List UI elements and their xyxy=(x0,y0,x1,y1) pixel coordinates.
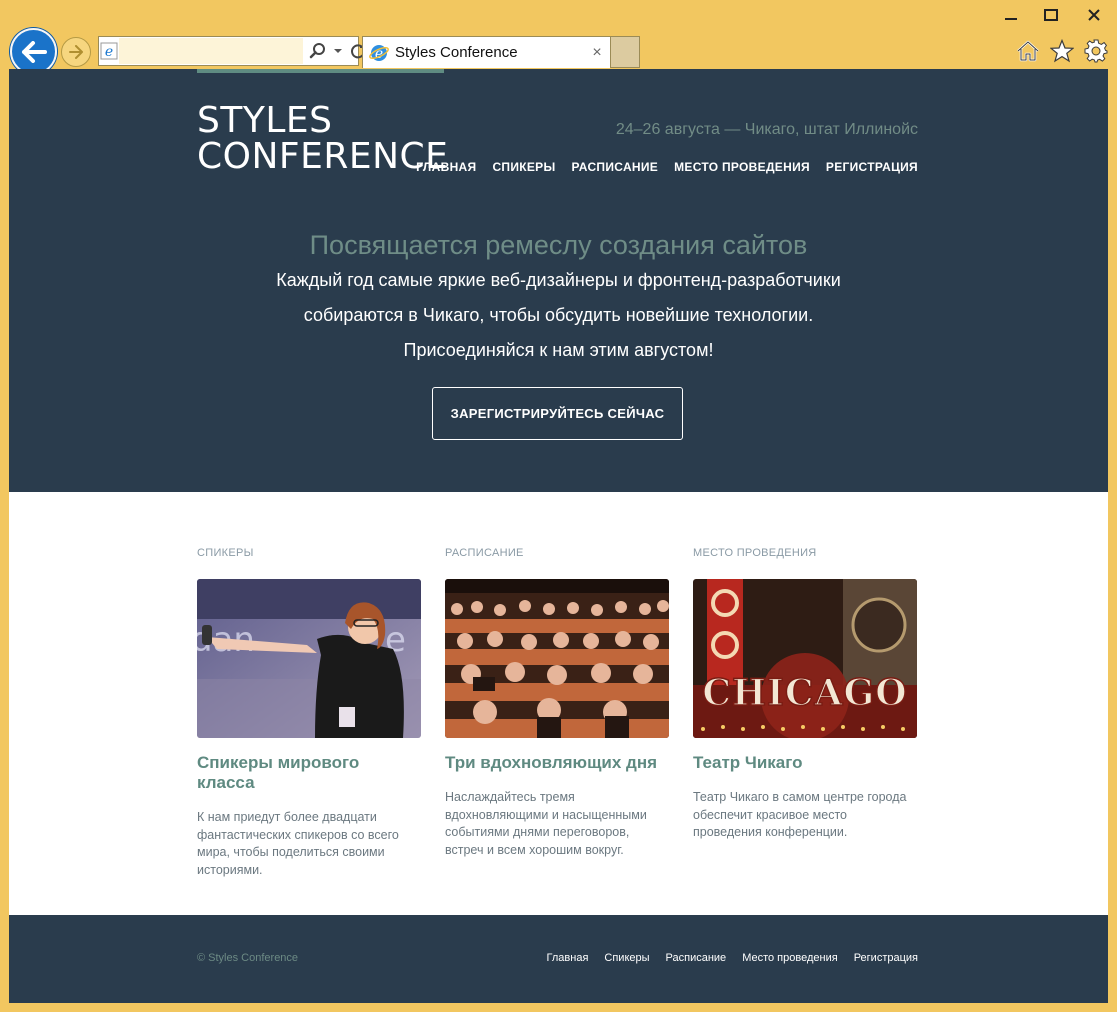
back-arrow-icon xyxy=(21,40,47,63)
teaser-kicker: СПИКЕРЫ xyxy=(197,547,254,559)
tab-close-button[interactable]: × xyxy=(584,44,610,62)
ie-logo-icon: e xyxy=(99,37,119,65)
maximize-button[interactable] xyxy=(1031,0,1071,30)
address-input[interactable] xyxy=(119,38,303,64)
window-controls xyxy=(991,0,1117,30)
teaser-kicker: МЕСТО ПРОВЕДЕНИЯ xyxy=(693,547,817,559)
new-tab-button[interactable] xyxy=(611,36,640,68)
home-icon xyxy=(1017,40,1039,62)
footer-nav-venue[interactable]: Место проведения xyxy=(742,952,838,964)
sign-text: CHICAGO xyxy=(702,672,907,714)
settings-button[interactable] xyxy=(1083,37,1109,65)
register-now-button[interactable]: ЗАРЕГИСТРИРУЙТЕСЬ СЕЙЧАС xyxy=(432,387,683,440)
footer-nav: Главная Спикеры Расписание Место проведе… xyxy=(547,952,918,964)
teaser-venue: МЕСТО ПРОВЕДЕНИЯ CHICAGO Театр Чикаго Те… xyxy=(693,547,917,842)
hero-title: Посвящается ремеслу создания сайтов xyxy=(309,230,808,260)
hero-text-line-2: собираются в Чикаго, чтобы обсудить нове… xyxy=(303,305,814,325)
back-button[interactable] xyxy=(10,28,57,75)
copyright-text: © Styles Conference xyxy=(197,952,299,964)
browser-tab[interactable]: e Styles Conference × xyxy=(362,36,611,68)
site-logo[interactable]: STYLES CONFERENCE xyxy=(197,103,448,175)
dropdown-icon[interactable] xyxy=(333,47,343,55)
browser-tools xyxy=(1015,37,1109,65)
teaser-title[interactable]: Спикеры мирового класса xyxy=(197,753,421,793)
minimize-button[interactable] xyxy=(991,0,1031,30)
teaser-schedule: РАСПИСАНИЕ Три вдохновляющих дня Наслажд… xyxy=(445,547,669,859)
footer-nav-schedule[interactable]: Расписание xyxy=(666,952,727,964)
teaser-kicker: РАСПИСАНИЕ xyxy=(445,547,524,559)
primary-nav: ГЛАВНАЯ СПИКЕРЫ РАСПИСАНИЕ МЕСТО ПРОВЕДЕ… xyxy=(416,160,918,174)
audience-photo[interactable] xyxy=(445,579,669,738)
header-accent-bar xyxy=(197,69,444,73)
teaser-title[interactable]: Три вдохновляющих дня xyxy=(445,753,669,773)
favorites-star-icon xyxy=(1050,39,1074,63)
footer-nav-speakers[interactable]: Спикеры xyxy=(604,952,649,964)
forward-button[interactable] xyxy=(61,37,91,67)
nav-schedule[interactable]: РАСПИСАНИЕ xyxy=(572,160,659,174)
teaser-speakers: СПИКЕРЫ dan e xyxy=(197,547,421,879)
minimize-icon xyxy=(1005,18,1017,20)
close-button[interactable] xyxy=(1071,0,1117,30)
tab-favicon-icon: e xyxy=(369,44,389,62)
logo-line-1: STYLES xyxy=(197,100,333,141)
teaser-text: Наслаждайтесь тремя вдохновляющими и нас… xyxy=(445,790,647,857)
nav-home[interactable]: ГЛАВНАЯ xyxy=(416,160,476,174)
favorites-button[interactable] xyxy=(1049,37,1075,65)
site-header: STYLES CONFERENCE 24–26 августа — Чикаго… xyxy=(9,69,1108,492)
settings-gear-icon xyxy=(1084,39,1108,63)
home-button[interactable] xyxy=(1015,37,1041,65)
search-icon[interactable] xyxy=(309,42,327,60)
footer-nav-register[interactable]: Регистрация xyxy=(854,952,918,964)
forward-arrow-icon xyxy=(69,45,83,59)
nav-register[interactable]: РЕГИСТРАЦИЯ xyxy=(826,160,918,174)
conference-tagline: 24–26 августа — Чикаго, штат Иллинойс xyxy=(615,121,918,138)
teaser-text: К нам приедут более двадцати фантастичес… xyxy=(197,810,399,877)
address-bar[interactable]: e xyxy=(98,36,365,66)
footer-nav-home[interactable]: Главная xyxy=(547,952,589,964)
close-icon xyxy=(1088,9,1100,21)
teaser-text: Театр Чикаго в самом центре города обесп… xyxy=(693,790,907,839)
hero-text-line-1: Каждый год самые яркие веб-дизайнеры и ф… xyxy=(276,270,841,290)
logo-line-2: CONFERENCE xyxy=(197,136,449,177)
nav-speakers[interactable]: СПИКЕРЫ xyxy=(492,160,555,174)
page-viewport: STYLES CONFERENCE 24–26 августа — Чикаго… xyxy=(9,69,1108,1003)
maximize-icon xyxy=(1044,9,1058,21)
hero-text-line-3: Присоединяйся к нам этим августом! xyxy=(403,340,714,360)
speaker-photo[interactable]: dan e xyxy=(197,579,421,738)
teaser-title[interactable]: Театр Чикаго xyxy=(693,753,917,773)
svg-text:e: e xyxy=(105,44,113,60)
nav-venue[interactable]: МЕСТО ПРОВЕДЕНИЯ xyxy=(674,160,810,174)
chicago-theatre-photo[interactable]: CHICAGO xyxy=(693,579,917,738)
site-footer: © Styles Conference Главная Спикеры Расп… xyxy=(9,915,1108,1003)
tab-title: Styles Conference xyxy=(395,44,518,61)
